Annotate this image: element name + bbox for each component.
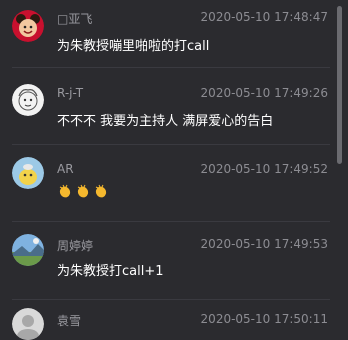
blue-cartoon-avatar-icon[interactable]	[12, 157, 44, 189]
comment-text: 为朱教授嘣里啪啦的打call	[57, 39, 210, 54]
gray-photo-avatar-icon[interactable]	[12, 308, 44, 340]
red-mascot-avatar-icon[interactable]	[12, 10, 44, 42]
comment-username: 周婷婷	[57, 239, 94, 253]
comment-item: AR 2020-05-10 17:49:52 👏👏👏	[0, 145, 330, 222]
comment-username: R-j-T	[57, 86, 84, 100]
comment-item: 周婷婷 2020-05-10 17:49:53 为朱教授打call+1	[0, 222, 330, 300]
scrollbar-thumb[interactable]	[337, 6, 342, 164]
comment-item: □亚飞 2020-05-10 17:48:47 为朱教授嘣里啪啦的打call	[0, 0, 330, 68]
comment-username: □亚飞	[57, 12, 93, 26]
white-sketch-avatar-icon[interactable]	[12, 84, 44, 116]
comment-timestamp: 2020-05-10 17:48:47	[200, 10, 328, 24]
scenery-photo-avatar-icon[interactable]	[12, 234, 44, 266]
comment-item: 袁雪 2020-05-10 17:50:11	[0, 300, 330, 340]
comment-text: 为朱教授打call+1	[57, 264, 164, 279]
comment-timestamp: 2020-05-10 17:49:26	[200, 86, 328, 100]
comment-timestamp: 2020-05-10 17:50:11	[200, 312, 328, 326]
comment-item: R-j-T 2020-05-10 17:49:26 不不不 我要为主持人 满屏爱…	[0, 68, 330, 145]
comment-username: AR	[57, 162, 74, 176]
comment-timestamp: 2020-05-10 17:49:53	[200, 237, 328, 251]
clapping-hands-icon	[57, 183, 109, 199]
comment-username: 袁雪	[57, 314, 82, 328]
comment-timestamp: 2020-05-10 17:49:52	[200, 162, 328, 176]
comment-text: 不不不 我要为主持人 满屏爱心的告白	[57, 114, 274, 129]
comment-list[interactable]: □亚飞 2020-05-10 17:48:47 为朱教授嘣里啪啦的打call R…	[0, 0, 348, 340]
